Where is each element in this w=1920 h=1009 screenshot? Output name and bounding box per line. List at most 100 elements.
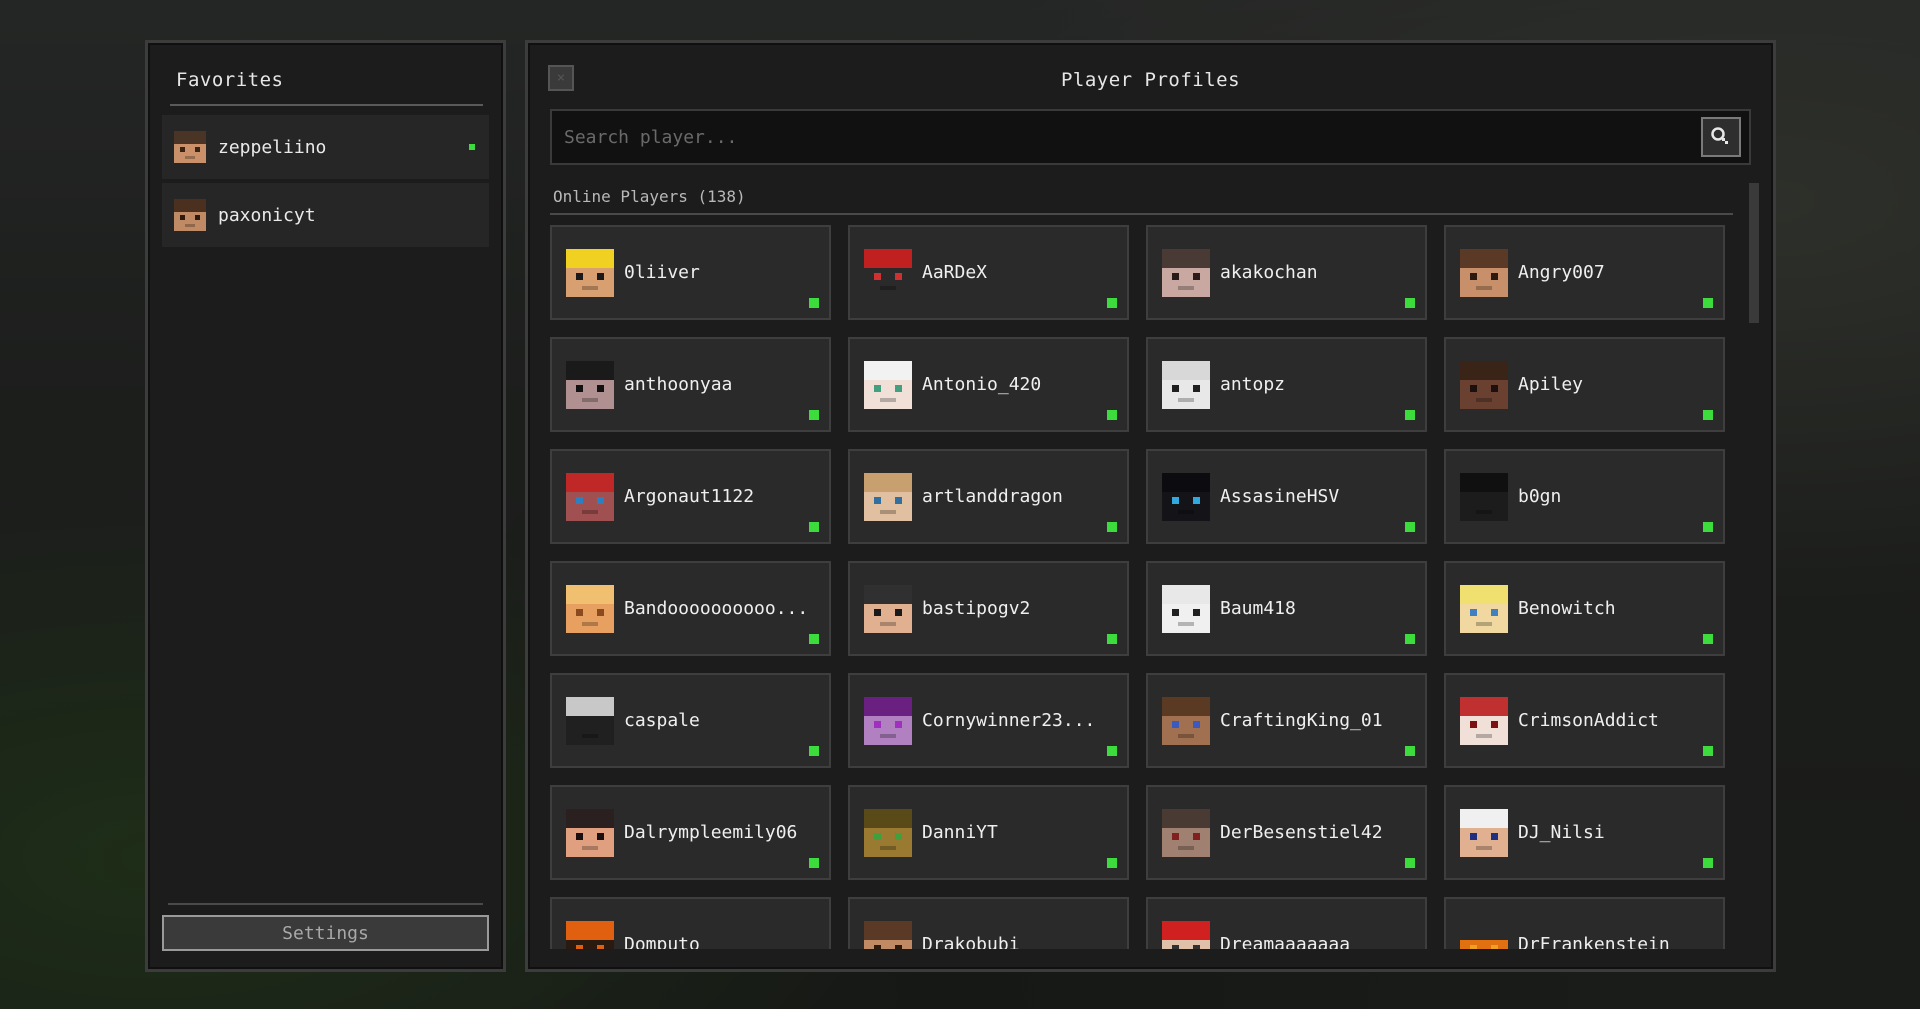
player-name: Dalrympleemily06 [624,822,798,843]
online-indicator [809,634,819,644]
online-indicator [1405,858,1415,868]
online-indicator [1107,410,1117,420]
player-name: 0liiver [624,262,700,283]
player-name: caspale [624,710,700,731]
player-avatar [1162,920,1210,949]
player-avatar [864,808,912,857]
player-name: Apiley [1518,374,1584,395]
online-indicator [1405,522,1415,532]
player-card[interactable]: CraftingKing_01 [1146,673,1427,768]
player-name: Dreamaaaaaaa [1220,934,1351,949]
player-card[interactable]: Apiley [1444,337,1725,432]
player-avatar [1460,584,1508,633]
online-indicator [1703,298,1713,308]
online-indicator [1405,410,1415,420]
player-name: Bandoooooooooo... [624,598,809,619]
player-name: Drakobubi [922,934,1020,949]
player-card[interactable]: DerBesenstiel42 [1146,785,1427,880]
settings-button[interactable]: Settings [162,915,489,951]
online-indicator [809,746,819,756]
player-name: DerBesenstiel42 [1220,822,1383,843]
online-indicator [1107,634,1117,644]
online-indicator [1107,746,1117,756]
player-avatar [864,584,912,633]
player-card[interactable]: Benowitch [1444,561,1725,656]
player-card[interactable]: AssasineHSV [1146,449,1427,544]
player-avatar [1460,472,1508,521]
player-avatar [1162,584,1210,633]
player-card[interactable]: Argonaut1122 [550,449,831,544]
player-avatar [566,360,614,409]
player-card[interactable]: DrFrankenstein [1444,897,1725,949]
player-card[interactable]: Cornywinner23... [848,673,1129,768]
player-card[interactable]: caspale [550,673,831,768]
player-card[interactable]: akakochan [1146,225,1427,320]
player-card[interactable]: Drakobubi [848,897,1129,949]
player-name: AssasineHSV [1220,486,1340,507]
online-indicator [809,522,819,532]
player-card[interactable]: CrimsonAddict [1444,673,1725,768]
player-grid-viewport: 0liiver AaRDeX akakochan Angry007 anthoonyaa… [550,225,1730,949]
favorite-item[interactable]: zeppeliino [162,115,489,179]
online-indicator [1703,858,1713,868]
player-avatar [864,696,912,745]
player-avatar [1460,360,1508,409]
player-card[interactable]: DJ_Nilsi [1444,785,1725,880]
player-card[interactable]: artlanddragon [848,449,1129,544]
player-name: b0gn [1518,486,1562,507]
player-card[interactable]: Antonio_420 [848,337,1129,432]
player-card[interactable]: Baum418 [1146,561,1427,656]
search-box [550,109,1751,165]
online-indicator [809,410,819,420]
player-card[interactable]: AaRDeX [848,225,1129,320]
search-button[interactable] [1701,117,1741,157]
player-avatar [1460,696,1508,745]
player-name: akakochan [1220,262,1318,283]
player-card[interactable]: b0gn [1444,449,1725,544]
player-card[interactable]: Domputo [550,897,831,949]
online-indicator [1703,746,1713,756]
scrollbar[interactable] [1749,183,1759,323]
player-avatar [566,920,614,949]
player-avatar [174,199,206,231]
player-name: DrFrankenstein [1518,934,1670,949]
player-avatar [566,808,614,857]
search-input[interactable] [562,121,1686,153]
player-card[interactable]: antopz [1146,337,1427,432]
player-avatar [1460,248,1508,297]
player-avatar [864,360,912,409]
player-name: anthoonyaa [624,374,733,395]
divider [170,104,483,106]
player-avatar [174,131,206,163]
player-name: antopz [1220,374,1286,395]
online-indicator [809,298,819,308]
player-name: artlanddragon [922,486,1063,507]
player-card[interactable]: anthoonyaa [550,337,831,432]
player-avatar [864,248,912,297]
player-name: bastipogv2 [922,598,1031,619]
player-avatar [864,920,912,949]
player-avatar [1460,808,1508,857]
favorite-item[interactable]: paxonicyt [162,183,489,247]
player-name: DanniYT [922,822,998,843]
online-indicator [1703,410,1713,420]
player-name: Baum418 [1220,598,1296,619]
player-card[interactable]: DanniYT [848,785,1129,880]
player-avatar [864,472,912,521]
search-icon [1711,127,1728,144]
favorite-name: zeppeliino [218,136,327,158]
player-card[interactable]: Bandoooooooooo... [550,561,831,656]
player-card[interactable]: bastipogv2 [848,561,1129,656]
player-card[interactable]: Angry007 [1444,225,1725,320]
online-indicator [1703,522,1713,532]
player-name: Angry007 [1518,262,1605,283]
player-name: Cornywinner23... [922,710,1096,731]
player-card[interactable]: 0liiver [550,225,831,320]
favorites-title: Favorites [176,69,284,91]
player-card[interactable]: Dreamaaaaaaa [1146,897,1427,949]
favorite-name: paxonicyt [218,204,316,226]
player-name: DJ_Nilsi [1518,822,1605,843]
favorites-list: zeppeliino paxonicyt [162,115,489,251]
player-card[interactable]: Dalrympleemily06 [550,785,831,880]
online-indicator [1107,522,1117,532]
